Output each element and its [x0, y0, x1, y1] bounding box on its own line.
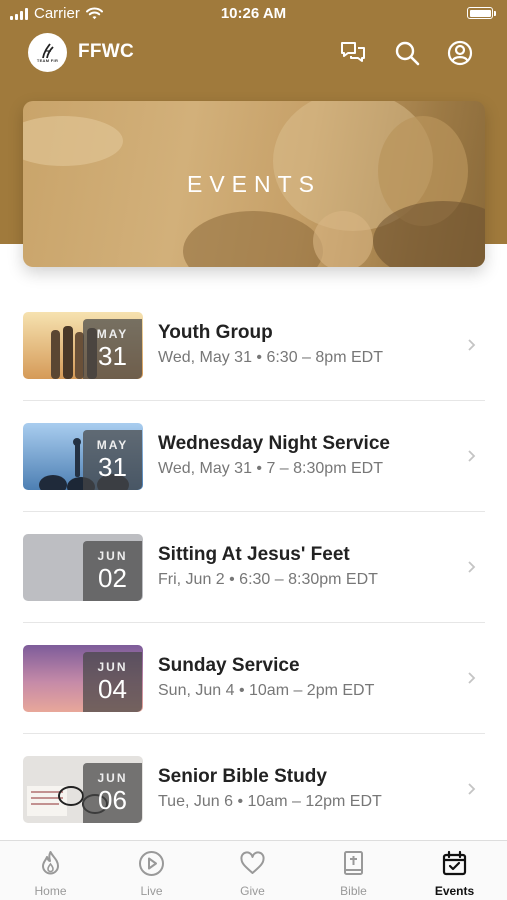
event-item-wednesday-night-service[interactable]: MAY 31 Wednesday Night Service Wed, May …: [23, 401, 485, 512]
event-title: Youth Group: [158, 322, 273, 343]
battery-icon: [467, 7, 496, 19]
date-month: JUN: [97, 549, 128, 563]
logo-text: TEAM FIR: [36, 58, 59, 63]
event-item-sitting-at-jesus-feet[interactable]: JUN 02 Sitting At Jesus' Feet Fri, Jun 2…: [23, 512, 485, 623]
event-thumbnail: MAY 31: [23, 312, 143, 379]
date-month: JUN: [97, 660, 128, 674]
date-day: 31: [98, 452, 127, 482]
date-month: MAY: [96, 438, 129, 452]
date-day: 04: [98, 674, 127, 704]
date-badge: MAY 31: [83, 319, 142, 379]
search-icon[interactable]: [393, 39, 421, 67]
tab-label: Bible: [340, 884, 367, 898]
tab-bible[interactable]: Bible: [303, 841, 404, 900]
play-icon: [139, 851, 164, 876]
tab-label: Events: [434, 884, 475, 898]
tab-label: Home: [34, 884, 67, 898]
event-title: Sitting At Jesus' Feet: [158, 544, 350, 565]
event-datetime: Sun, Jun 4 • 10am – 2pm EDT: [158, 682, 375, 699]
event-title: Senior Bible Study: [158, 766, 327, 787]
event-list: MAY 31 Youth Group Wed, May 31 • 6:30 – …: [23, 290, 485, 845]
event-title: Sunday Service: [158, 655, 300, 676]
church-logo[interactable]: TEAM FIR: [28, 33, 67, 72]
status-bar: Carrier 10:26 AM: [0, 0, 507, 28]
event-thumbnail: MAY 31: [23, 423, 143, 490]
date-badge: JUN 02: [83, 541, 142, 601]
tab-live[interactable]: Live: [101, 841, 202, 900]
event-item-sunday-service[interactable]: JUN 04 Sunday Service Sun, Jun 4 • 10am …: [23, 623, 485, 734]
app-title: FFWC: [78, 41, 135, 62]
event-datetime: Wed, May 31 • 7 – 8:30pm EDT: [158, 460, 383, 477]
date-month: JUN: [97, 771, 128, 785]
profile-icon[interactable]: [446, 39, 474, 67]
chevron-right-icon: [468, 339, 476, 351]
calendar-icon: [442, 850, 467, 876]
heart-icon: [240, 851, 265, 874]
event-datetime: Tue, Jun 6 • 10am – 12pm EDT: [158, 793, 382, 810]
nav-bar: TEAM FIR FFWC: [0, 30, 507, 76]
event-thumbnail: JUN 02: [23, 534, 143, 601]
tab-bar: Home Live Give Bible Events: [0, 840, 507, 900]
date-day: 06: [98, 785, 127, 815]
date-day: 02: [98, 563, 127, 593]
date-day: 31: [98, 341, 127, 371]
event-datetime: Fri, Jun 2 • 6:30 – 8:30pm EDT: [158, 571, 378, 588]
tab-events[interactable]: Events: [404, 841, 505, 900]
event-thumbnail: JUN 06: [23, 756, 143, 823]
hero-title: EVENTS: [186, 171, 322, 197]
event-thumbnail: JUN 04: [23, 645, 143, 712]
chat-icon[interactable]: [339, 39, 367, 67]
chevron-right-icon: [468, 561, 476, 573]
flame-icon: [42, 851, 59, 875]
tab-give[interactable]: Give: [202, 841, 303, 900]
date-badge: JUN 06: [83, 763, 142, 823]
event-datetime: Wed, May 31 • 6:30 – 8pm EDT: [158, 349, 383, 366]
date-badge: JUN 04: [83, 652, 142, 712]
chevron-right-icon: [468, 450, 476, 462]
date-badge: MAY 31: [83, 430, 142, 490]
tab-label: Give: [240, 884, 265, 898]
tab-home[interactable]: Home: [0, 841, 101, 900]
event-item-senior-bible-study[interactable]: JUN 06 Senior Bible Study Tue, Jun 6 • 1…: [23, 734, 485, 845]
date-month: MAY: [96, 327, 129, 341]
event-item-youth-group[interactable]: MAY 31 Youth Group Wed, May 31 • 6:30 – …: [23, 290, 485, 401]
chevron-right-icon: [468, 783, 476, 795]
events-hero-banner: EVENTS: [23, 101, 485, 267]
bible-icon: [344, 851, 363, 875]
status-time: 10:26 AM: [220, 5, 287, 22]
chevron-right-icon: [468, 672, 476, 684]
tab-label: Live: [140, 884, 163, 898]
event-title: Wednesday Night Service: [158, 433, 390, 454]
